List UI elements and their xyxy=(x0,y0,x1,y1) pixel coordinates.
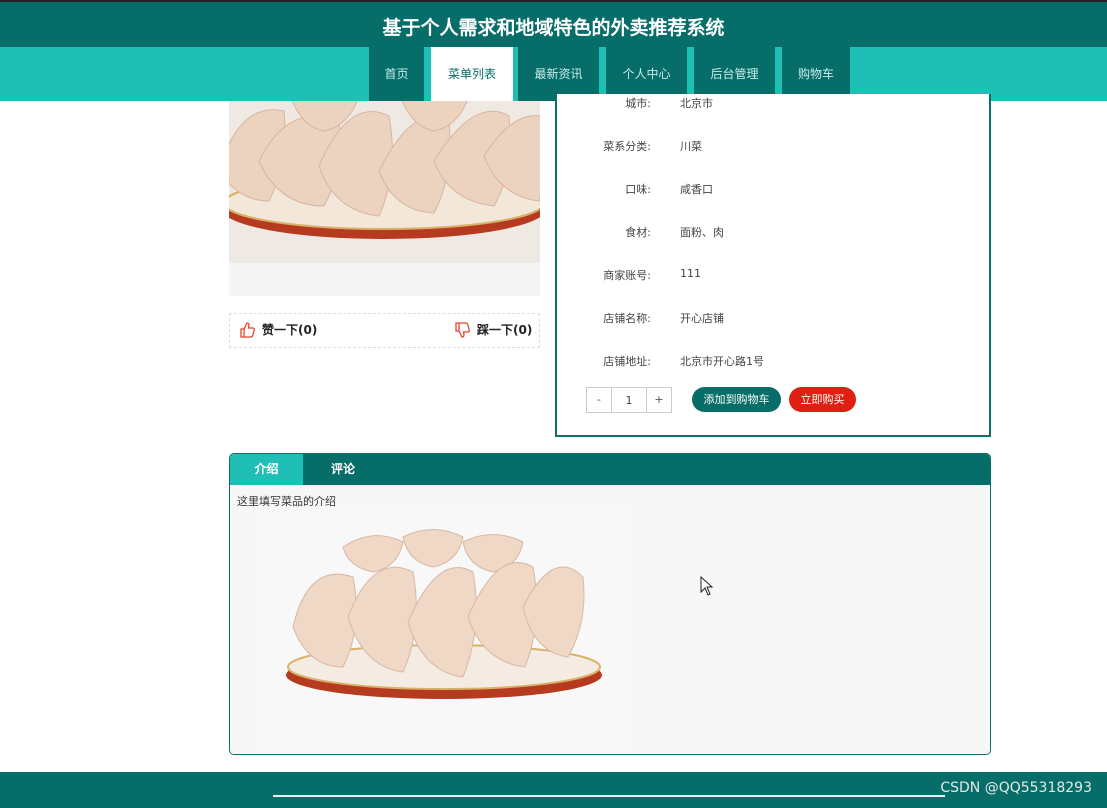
tab-comments[interactable]: 评论 xyxy=(303,454,383,485)
dish-info-panel: 城市: 北京市 菜系分类: 川菜 口味: 咸香口 食材: 面粉、肉 商家账号: … xyxy=(555,94,991,437)
thumbs-down-icon xyxy=(455,322,470,338)
tab-content: 这里填写菜品的介绍 xyxy=(230,485,990,754)
buy-now-button[interactable]: 立即购买 xyxy=(789,387,856,412)
quantity-stepper: - + xyxy=(586,387,672,413)
info-row-merchant-account: 商家账号: 111 xyxy=(557,267,989,287)
info-row-shop-address: 店铺地址: 北京市开心路1号 xyxy=(557,353,989,373)
info-label: 店铺名称: xyxy=(603,312,651,325)
info-value: 川菜 xyxy=(680,140,702,153)
info-label: 店铺地址: xyxy=(603,355,651,368)
like-label: 赞一下(0) xyxy=(262,323,318,337)
nav-home[interactable]: 首页 xyxy=(369,47,424,101)
nav-personal-center[interactable]: 个人中心 xyxy=(606,47,687,101)
nav-bar: 首页 菜单列表 最新资讯 个人中心 后台管理 购物车 xyxy=(0,47,1107,101)
info-label: 商家账号: xyxy=(603,269,651,282)
page: 基于个人需求和地域特色的外卖推荐系统 首页 菜单列表 最新资讯 个人中心 后台管… xyxy=(0,0,1107,808)
tab-header: 介绍 评论 xyxy=(230,454,990,485)
info-value: 面粉、肉 xyxy=(680,226,724,239)
info-label: 口味: xyxy=(625,183,651,196)
intro-image xyxy=(263,507,625,751)
thumbs-up-icon xyxy=(240,322,255,338)
add-to-cart-button[interactable]: 添加到购物车 xyxy=(692,387,781,412)
nav-admin[interactable]: 后台管理 xyxy=(694,47,775,101)
nav-news[interactable]: 最新资讯 xyxy=(518,47,599,101)
tab-intro[interactable]: 介绍 xyxy=(230,454,303,485)
watermark: CSDN @QQ55318293 xyxy=(940,780,1092,796)
dislike-label: 踩一下(0) xyxy=(477,323,533,337)
info-row-ingredients: 食材: 面粉、肉 xyxy=(557,224,989,244)
info-row-flavor: 口味: 咸香口 xyxy=(557,181,989,201)
dish-image xyxy=(229,101,540,296)
footer: CSDN @QQ55318293 xyxy=(0,772,1107,808)
quantity-plus-button[interactable]: + xyxy=(646,388,671,412)
nav-menu-list[interactable]: 菜单列表 xyxy=(431,47,513,101)
site-title: 基于个人需求和地域特色的外卖推荐系统 xyxy=(382,17,725,39)
info-label: 菜系分类: xyxy=(603,140,651,153)
info-row-city: 城市: 北京市 xyxy=(557,95,989,115)
dumplings-plate-image xyxy=(263,507,625,751)
info-value: 北京市 xyxy=(680,97,713,110)
info-label: 食材: xyxy=(625,226,651,239)
like-button[interactable]: 赞一下(0) xyxy=(239,314,349,347)
header-bar: 基于个人需求和地域特色的外卖推荐系统 xyxy=(0,0,1107,47)
dumplings-image xyxy=(229,101,540,296)
info-row-cuisine: 菜系分类: 川菜 xyxy=(557,138,989,158)
detail-tabs: 介绍 评论 这里填写菜品的介绍 xyxy=(229,453,991,755)
dislike-button[interactable]: 踩一下(0) xyxy=(454,314,539,347)
info-value: 北京市开心路1号 xyxy=(680,355,764,368)
quantity-minus-button[interactable]: - xyxy=(587,388,612,412)
vote-bar: 赞一下(0) 踩一下(0) xyxy=(229,313,540,348)
info-value: 咸香口 xyxy=(680,183,713,196)
info-row-shop-name: 店铺名称: 开心店铺 xyxy=(557,310,989,330)
info-value: 111 xyxy=(680,267,701,280)
footer-divider xyxy=(273,795,945,797)
quantity-input[interactable] xyxy=(612,388,646,412)
info-value: 开心店铺 xyxy=(680,312,724,325)
nav-cart[interactable]: 购物车 xyxy=(782,47,850,101)
info-label: 城市: xyxy=(625,97,651,110)
mouse-cursor-icon xyxy=(700,576,714,596)
